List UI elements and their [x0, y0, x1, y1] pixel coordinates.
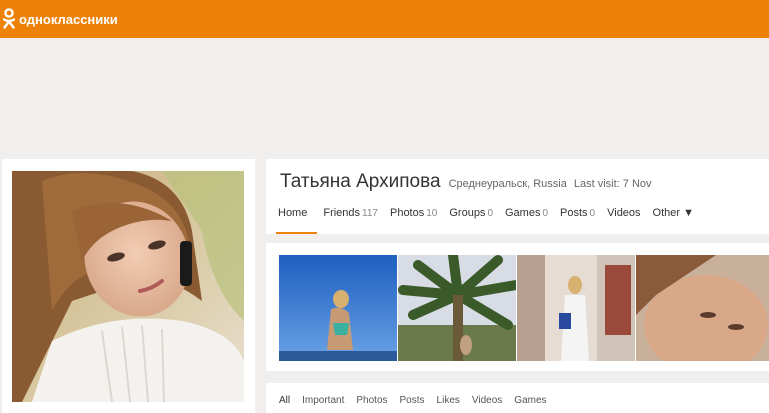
photo-image [279, 255, 397, 361]
feed-tab-all[interactable]: All [279, 395, 290, 406]
top-bar: одноклассники [0, 0, 769, 38]
nav-count: 0 [487, 208, 493, 219]
feed-tab-important[interactable]: Important [302, 395, 344, 406]
profile-name: Татьяна Архипова [280, 171, 441, 192]
nav-label: Groups [449, 207, 486, 219]
profile-avatar[interactable] [12, 171, 244, 402]
feed-tab-posts[interactable]: Posts [400, 395, 425, 406]
photo-thumbnail[interactable] [279, 255, 397, 361]
photo-thumbnail[interactable] [398, 255, 516, 361]
nav-home[interactable]: Home [266, 207, 318, 234]
profile-avatar-card [2, 159, 255, 413]
nav-label: Other ▼ [652, 207, 695, 219]
nav-friends[interactable]: Friends 117 [317, 207, 384, 234]
nav-label: Videos [607, 207, 641, 219]
nav-label: Games [505, 207, 541, 219]
photo-image [636, 255, 769, 361]
nav-games[interactable]: Games 0 [499, 207, 554, 234]
nav-videos[interactable]: Videos [601, 207, 646, 234]
profile-location: Среднеуральск, Russia [448, 178, 567, 190]
profile-header: Татьяна Архипова Среднеуральск, Russia L… [266, 159, 769, 234]
photo-thumbnail[interactable] [517, 255, 635, 361]
feed-tab-games[interactable]: Games [514, 395, 546, 406]
nav-groups[interactable]: Groups 0 [443, 207, 499, 234]
nav-count: 0 [542, 208, 549, 219]
photo-thumbnail[interactable] [636, 255, 769, 361]
photo-image [517, 255, 635, 361]
nav-count: 117 [362, 208, 378, 219]
site-logo[interactable]: одноклассники [2, 8, 118, 30]
nav-other-dropdown[interactable]: Other ▼ [647, 207, 700, 234]
feed-tab-videos[interactable]: Videos [472, 395, 502, 406]
nav-count: 10 [426, 208, 438, 219]
profile-meta: Среднеуральск, Russia Last visit: 7 Nov [449, 178, 656, 190]
feed-tab-photos[interactable]: Photos [356, 395, 387, 406]
feed-filter-bar: All Important Photos Posts Likes Videos … [266, 383, 769, 413]
feed-tab-likes[interactable]: Likes [437, 395, 460, 406]
avatar-image [12, 171, 244, 402]
feed-tabs: All Important Photos Posts Likes Videos … [279, 395, 559, 406]
profile-nav: Home Friends 117 Photos 10 Groups 0 Games 0 … [266, 207, 700, 234]
nav-label: Photos [389, 207, 425, 219]
brand-name: одноклассники [19, 11, 118, 27]
nav-label: Home [278, 207, 308, 219]
nav-photos[interactable]: Photos 10 [384, 207, 443, 234]
ok-logo-icon [2, 8, 16, 29]
photos-strip [266, 243, 769, 371]
photo-image [398, 255, 516, 361]
nav-label: Friends [323, 207, 361, 219]
nav-count: 0 [589, 208, 596, 219]
profile-last-visit: Last visit: 7 Nov [573, 178, 652, 190]
profile-name-row: Татьяна Архипова Среднеуральск, Russia L… [280, 171, 656, 193]
nav-posts[interactable]: Posts 0 [554, 207, 601, 234]
nav-label: Posts [560, 207, 588, 219]
